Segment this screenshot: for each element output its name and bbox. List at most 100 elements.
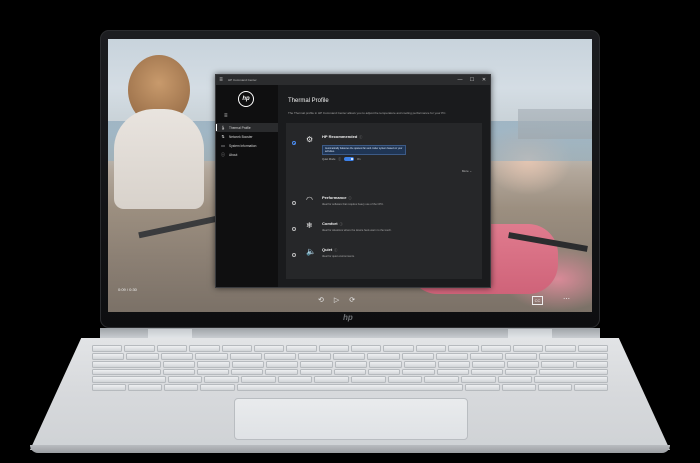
info-icon[interactable]: ⓘ: [334, 248, 337, 252]
rewind-icon[interactable]: ⟲: [318, 296, 324, 304]
key[interactable]: [189, 345, 220, 352]
key[interactable]: [401, 352, 434, 360]
key[interactable]: [333, 368, 367, 376]
key[interactable]: [480, 345, 511, 352]
key[interactable]: [383, 345, 414, 352]
key[interactable]: [424, 376, 459, 384]
key[interactable]: [438, 360, 471, 368]
key[interactable]: [465, 384, 500, 391]
info-icon[interactable]: ⓘ: [340, 222, 343, 226]
forward-icon[interactable]: ⟳: [349, 296, 355, 304]
hamburger-icon[interactable]: ≡: [216, 77, 226, 83]
key[interactable]: [351, 345, 382, 352]
more-options-icon[interactable]: ⋯: [563, 295, 570, 303]
radio-comfort[interactable]: [292, 227, 296, 231]
key[interactable]: [367, 352, 400, 360]
quiet-mode-info-icon[interactable]: ⓘ: [338, 157, 341, 161]
more-button[interactable]: More ⌄: [462, 169, 472, 173]
key[interactable]: [575, 360, 608, 368]
key[interactable]: [126, 352, 159, 360]
maximize-button[interactable]: ☐: [466, 77, 478, 83]
key[interactable]: [156, 345, 188, 352]
key[interactable]: [197, 360, 230, 368]
key[interactable]: [167, 376, 203, 384]
key[interactable]: [387, 376, 423, 384]
sidebar-item-about[interactable]: ⓘ About: [216, 150, 278, 159]
close-button[interactable]: ✕: [478, 77, 490, 83]
key[interactable]: [128, 384, 163, 391]
key[interactable]: [436, 368, 469, 376]
key[interactable]: [91, 384, 127, 391]
key[interactable]: [369, 360, 402, 368]
key[interactable]: [537, 384, 572, 391]
key[interactable]: [314, 376, 349, 384]
key[interactable]: [266, 360, 299, 368]
key[interactable]: [403, 360, 437, 368]
key[interactable]: [470, 352, 503, 360]
touchpad[interactable]: [234, 398, 468, 440]
play-icon[interactable]: ▷: [334, 296, 339, 304]
key[interactable]: [460, 376, 496, 384]
key[interactable]: [541, 360, 574, 368]
key[interactable]: [162, 368, 195, 376]
caps-key[interactable]: [91, 368, 161, 376]
key[interactable]: [545, 345, 576, 352]
menu-icon[interactable]: ≡: [224, 113, 228, 119]
key[interactable]: [332, 352, 366, 360]
key[interactable]: [253, 345, 285, 352]
key[interactable]: [124, 345, 155, 352]
key[interactable]: [512, 345, 544, 352]
key[interactable]: [195, 352, 228, 360]
key[interactable]: [300, 360, 333, 368]
key[interactable]: [402, 368, 435, 376]
key[interactable]: [231, 368, 264, 376]
key[interactable]: [435, 352, 469, 360]
radio-performance[interactable]: [292, 201, 296, 205]
key[interactable]: [318, 345, 349, 352]
key[interactable]: [299, 368, 332, 376]
key[interactable]: [92, 345, 123, 352]
key[interactable]: [577, 345, 608, 352]
option-performance[interactable]: ◠ Performance ⓘ Ideal for software that r…: [286, 193, 482, 217]
key[interactable]: [505, 368, 538, 376]
key[interactable]: [501, 384, 536, 391]
key[interactable]: [448, 345, 479, 352]
key[interactable]: [229, 352, 262, 360]
key[interactable]: [334, 360, 368, 368]
info-icon[interactable]: ⓘ: [359, 135, 362, 139]
backspace-key[interactable]: [539, 352, 608, 360]
key[interactable]: [504, 352, 538, 360]
closed-captions-icon[interactable]: CC: [532, 296, 543, 305]
key[interactable]: [415, 345, 447, 352]
key[interactable]: [298, 352, 331, 360]
sidebar-item-system-information[interactable]: ▭ System Information: [216, 141, 278, 150]
radio-quiet[interactable]: [292, 253, 296, 257]
key[interactable]: [196, 368, 230, 376]
key[interactable]: [497, 376, 533, 384]
option-quiet[interactable]: 🔈 Quiet ⓘ Ideal for quiet environments.: [286, 245, 482, 269]
key[interactable]: [241, 376, 276, 384]
shift-key[interactable]: [91, 376, 166, 384]
radio-hp-recommended[interactable]: [292, 141, 296, 145]
key[interactable]: [200, 384, 235, 391]
key[interactable]: [204, 376, 240, 384]
sidebar-item-network-booster[interactable]: ⇅ Network Booster: [216, 132, 278, 141]
key[interactable]: [277, 376, 313, 384]
key[interactable]: [160, 352, 194, 360]
shift-key[interactable]: [534, 376, 609, 384]
quiet-mode-toggle[interactable]: [344, 157, 355, 161]
key[interactable]: [162, 360, 196, 368]
key[interactable]: [506, 360, 540, 368]
enter-key[interactable]: [539, 368, 609, 376]
key[interactable]: [221, 345, 252, 352]
spacebar[interactable]: [236, 384, 464, 391]
option-comfort[interactable]: ❄ Comfort ⓘ Ideal for situations where th…: [286, 219, 482, 243]
option-hp-recommended[interactable]: ⚙ HP Recommended ⓘ Automatically balances…: [286, 129, 482, 179]
sidebar-item-thermal-profile[interactable]: 🌡 Thermal Profile: [216, 123, 278, 132]
key[interactable]: [164, 384, 199, 391]
info-icon[interactable]: ⓘ: [348, 196, 351, 200]
key[interactable]: [286, 345, 317, 352]
key[interactable]: [231, 360, 265, 368]
key[interactable]: [470, 368, 504, 376]
key[interactable]: [92, 352, 125, 360]
